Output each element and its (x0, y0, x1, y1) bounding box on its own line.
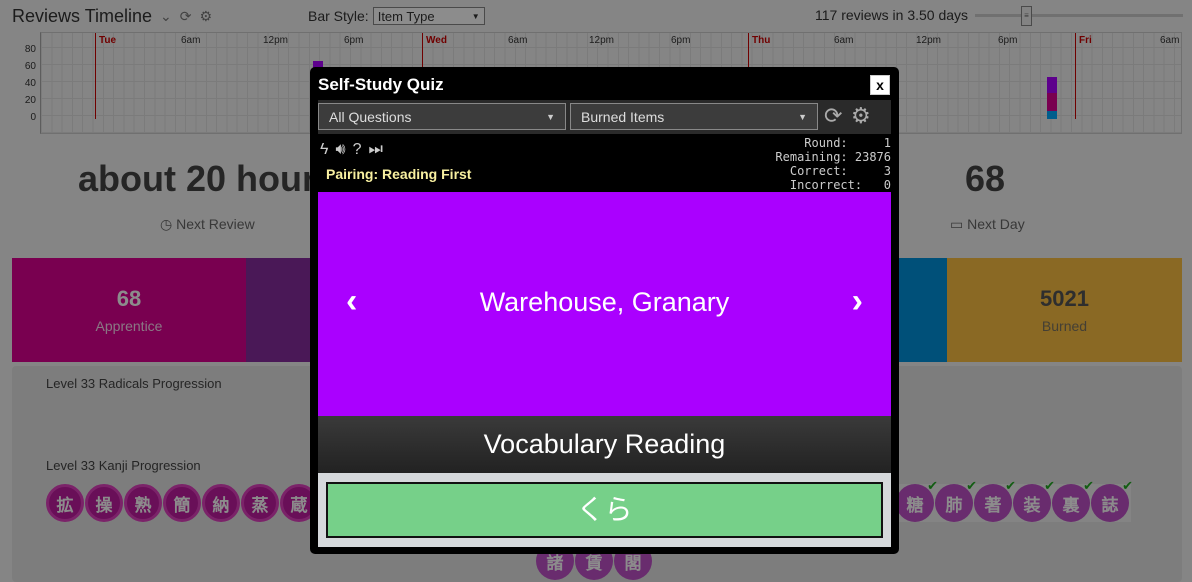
quiz-title: Self-Study Quiz (318, 75, 444, 94)
dropdown-arrow-icon: ▼ (546, 111, 555, 122)
question-type: Vocabulary Reading (318, 416, 891, 473)
help-icon[interactable]: ? (353, 141, 362, 159)
quiz-option-icons: ϟ 🔊︎ ? ⏭︎ (320, 141, 383, 159)
close-button[interactable]: x (870, 75, 890, 95)
answer-input[interactable]: くら (326, 482, 883, 538)
question-filter-value: All Questions (329, 108, 412, 125)
audio-icon[interactable]: 🔊︎ (335, 141, 345, 159)
question-filter-select[interactable]: All Questions ▼ (318, 103, 566, 130)
gear-icon[interactable]: ⚙ (851, 105, 871, 127)
self-study-quiz-dialog: Self-Study Quiz x All Questions ▼ Burned… (310, 67, 899, 554)
question-prompt: Warehouse, Granary (479, 287, 730, 317)
quiz-toolbar: All Questions ▼ Burned Items ▼ ⟳ ⚙ (318, 100, 891, 134)
item-source-value: Burned Items (581, 108, 665, 125)
item-source-select[interactable]: Burned Items ▼ (570, 103, 818, 130)
answer-area: くら (318, 473, 891, 547)
pairing-mode: Pairing: Reading First (326, 166, 472, 182)
refresh-icon[interactable]: ⟳ (824, 105, 842, 127)
lightning-icon[interactable]: ϟ (320, 141, 328, 159)
quiz-stats: Round: 1 Remaining: 23876 Correct: 3 Inc… (775, 136, 891, 192)
dropdown-arrow-icon: ▼ (798, 111, 807, 122)
question-card: ‹ Warehouse, Granary › (318, 192, 891, 416)
next-arrow-icon[interactable]: › (852, 282, 863, 321)
skip-icon[interactable]: ⏭︎ (368, 141, 382, 159)
